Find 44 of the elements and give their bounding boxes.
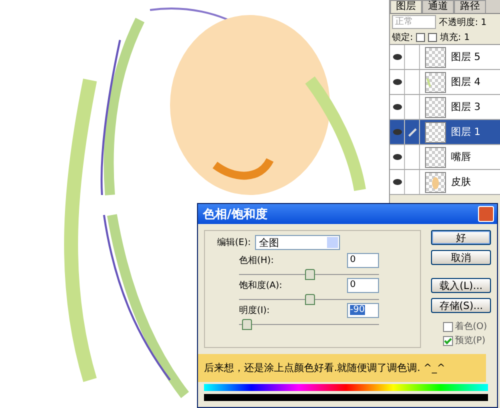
dialog-button[interactable]: 存储(S)... [431,298,491,313]
dialog-button[interactable]: 取消 [431,250,491,265]
lock-label: 锁定: [392,32,414,44]
layer-name: 图层 3 [451,101,481,114]
eye-icon[interactable] [392,179,402,185]
value-field[interactable]: 0 [347,278,379,293]
slider-label: 饱和度(A): [239,280,282,292]
eye-icon[interactable] [392,79,402,85]
layer-row[interactable]: 皮肤 [390,170,500,195]
layer-row[interactable]: 图层 3 [390,95,500,120]
panel-tab[interactable]: 图层 [390,0,422,13]
value-field[interactable]: -90 [347,303,379,318]
layer-row[interactable]: 图层 4 [390,70,500,95]
caption-banner: 后来想，还是涂上点颜色好看.就随便调了调色调. ^_^ [198,354,486,382]
brush-icon [408,128,416,136]
panel-tab[interactable]: 通道 [422,0,454,13]
layer-row[interactable]: 图层 5 [390,45,500,70]
dialog-button[interactable]: 好 [431,230,491,245]
slider-label: 色相(H): [239,254,274,267]
layer-row[interactable]: 嘴唇 [390,145,500,170]
dialog-button[interactable]: 载入(L)... [431,278,491,293]
layer-name: 图层 4 [451,76,481,89]
close-button[interactable] [478,206,494,222]
slider-thumb[interactable] [305,269,315,280]
opacity-label: 不透明度: 1 [439,16,487,28]
eye-icon[interactable] [392,154,402,160]
eye-icon[interactable] [392,104,402,110]
edit-label: 编辑(E): [217,236,251,249]
slider-thumb[interactable] [242,319,252,330]
slider-thumb[interactable] [305,294,315,305]
eye-icon[interactable] [392,54,402,60]
layer-name: 嘴唇 [451,150,471,164]
layer-name: 皮肤 [451,176,471,189]
layer-name: 图层 5 [451,51,481,64]
panel-tab[interactable]: 路径 [454,0,486,13]
dialog-title: 色相/饱和度 [203,206,268,222]
checkbox[interactable]: 预览(P) [442,334,487,347]
layer-name: 图层 1 [451,126,481,139]
layer-row[interactable]: 图层 1 [390,120,500,145]
edit-dropdown[interactable]: 全图 [254,235,340,250]
slider-label: 明度(I): [239,304,270,317]
checkbox[interactable]: 着色(O) [442,320,487,333]
fill-label: 填充: 1 [440,32,470,44]
value-field[interactable]: 0 [347,253,379,268]
